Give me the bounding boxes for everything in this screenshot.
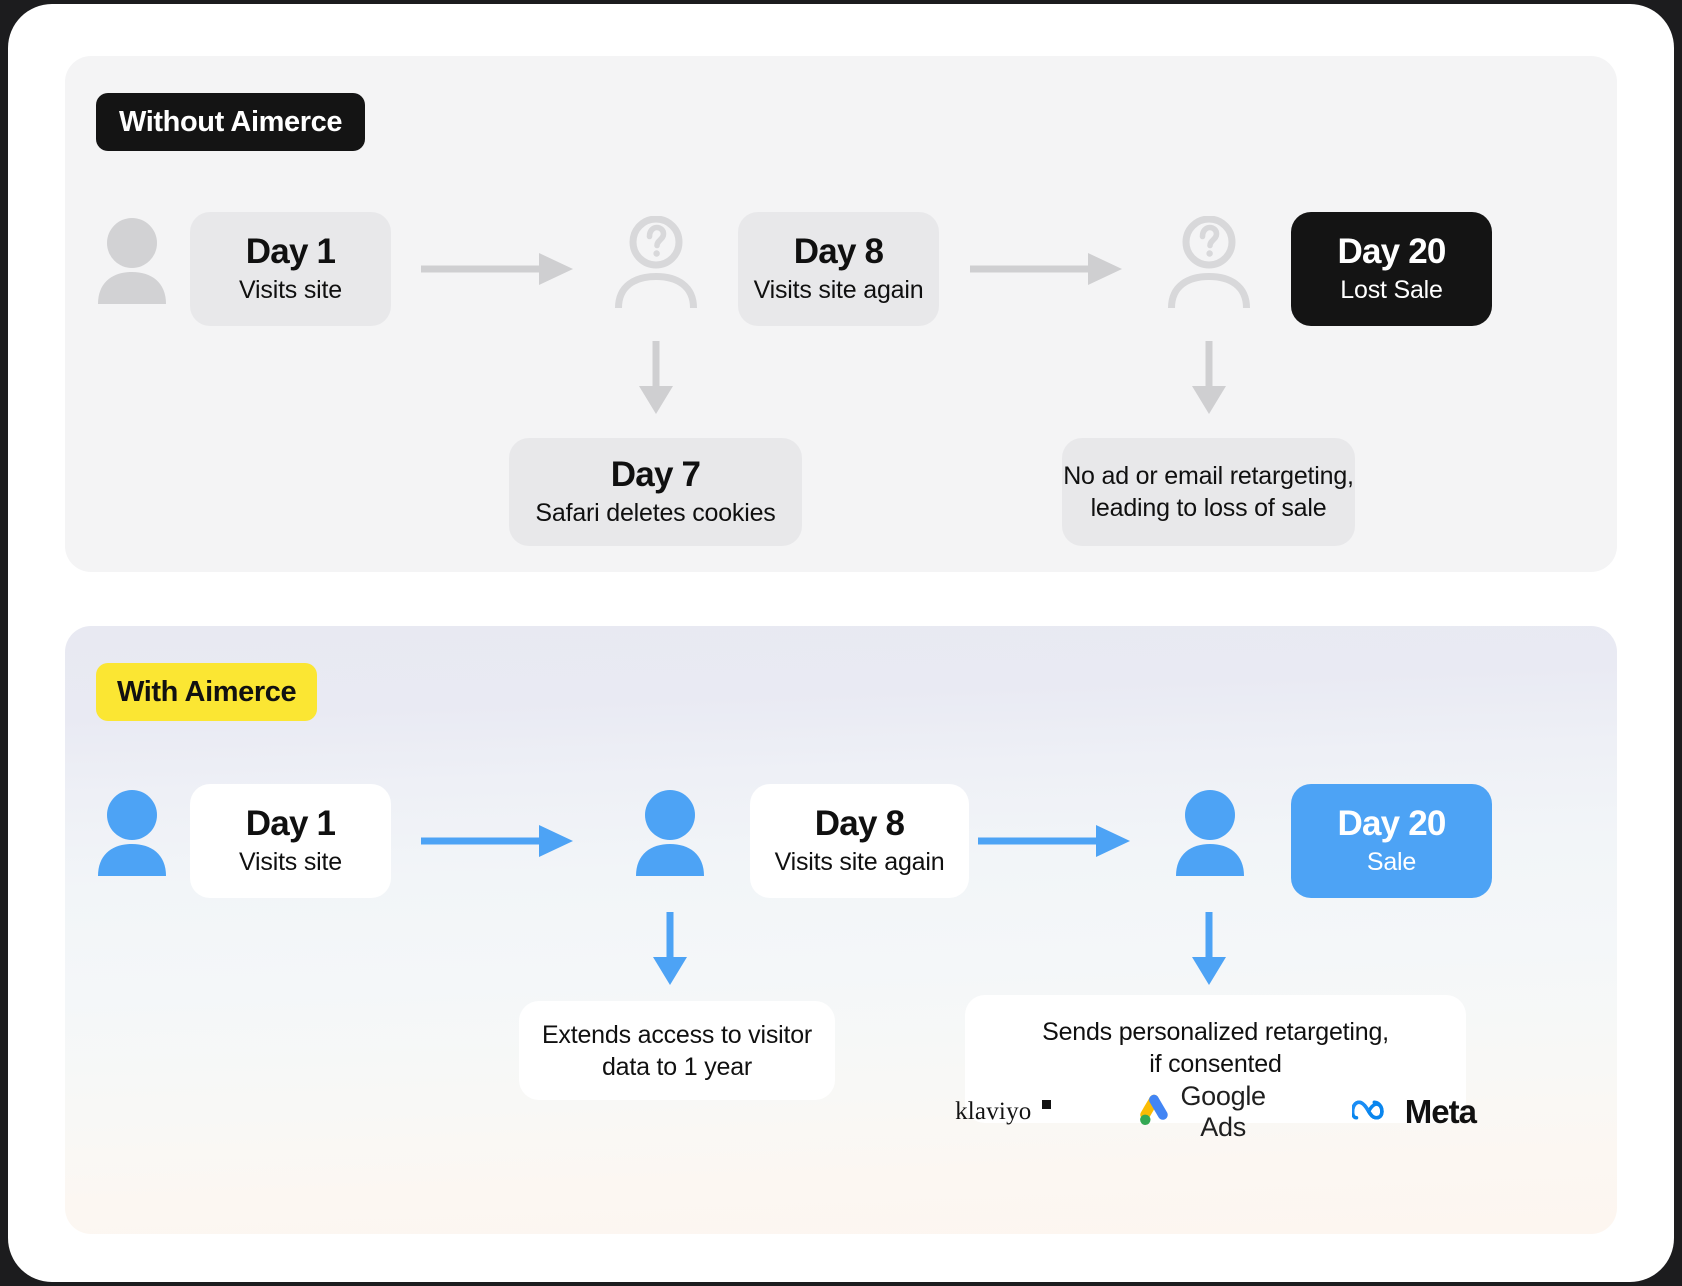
arrow-right-grey-icon <box>421 253 573 285</box>
meta-logo: Meta <box>1350 1093 1477 1131</box>
node-subtitle: Visits site <box>239 276 342 305</box>
arrow-right-grey-icon <box>970 253 1122 285</box>
node-subtitle: Visits site <box>239 848 342 877</box>
klaviyo-logo-mark <box>1042 1099 1052 1109</box>
node-without-day20: Day 20 Lost Sale <box>1291 212 1492 326</box>
person-filled-blue-icon <box>634 788 706 876</box>
node-without-day8: Day 8 Visits site again <box>738 212 939 326</box>
badge-with-aimerce: With Aimerce <box>96 663 318 721</box>
node-with-day20: Day 20 Sale <box>1291 784 1492 898</box>
node-with-extends-access: Extends access to visitor data to 1 year <box>519 1001 835 1100</box>
arrow-down-blue-icon <box>1189 912 1229 985</box>
klaviyo-logo-text: klaviyo <box>955 1098 1032 1125</box>
person-filled-blue-icon <box>96 788 168 876</box>
google-ads-logo-mark <box>1137 1094 1171 1131</box>
node-title: Day 7 <box>610 455 701 495</box>
node-subtitle: Lost Sale <box>1340 276 1443 305</box>
node-text-line2: if consented <box>1149 1050 1282 1078</box>
node-with-day1: Day 1 Visits site <box>190 784 391 898</box>
node-subtitle: Visits site again <box>774 848 945 877</box>
node-text-line2: leading to loss of sale <box>1090 494 1327 522</box>
arrow-down-blue-icon <box>650 912 690 985</box>
node-without-no-retargeting: No ad or email retargeting, leading to l… <box>1062 438 1355 546</box>
node-title: Day 20 <box>1337 232 1446 272</box>
meta-logo-mark <box>1350 1099 1396 1126</box>
node-title: Day 8 <box>793 232 884 272</box>
node-without-day7: Day 7 Safari deletes cookies <box>509 438 802 546</box>
google-ads-logo-text: Google Ads <box>1180 1081 1266 1142</box>
node-text-line1: Sends personalized retargeting, <box>1042 1018 1389 1046</box>
badge-without-aimerce: Without Aimerce <box>96 93 366 151</box>
node-subtitle: Visits site again <box>753 276 924 305</box>
person-unknown-question-icon <box>613 215 699 309</box>
node-title: Day 20 <box>1337 804 1446 844</box>
arrow-right-blue-icon <box>978 825 1130 857</box>
arrow-down-grey-icon <box>1189 341 1229 414</box>
person-filled-blue-icon <box>1174 788 1246 876</box>
node-with-day8: Day 8 Visits site again <box>750 784 969 898</box>
arrow-down-grey-icon <box>636 341 676 414</box>
node-title: Day 1 <box>245 232 336 272</box>
meta-logo-text: Meta <box>1404 1093 1477 1130</box>
node-without-day1: Day 1 Visits site <box>190 212 391 326</box>
node-title: Day 1 <box>245 804 336 844</box>
node-with-retargeting: Sends personalized retargeting, if conse… <box>955 995 1477 1142</box>
arrow-right-blue-icon <box>421 825 573 857</box>
klaviyo-logo: klaviyo <box>955 1098 1052 1126</box>
node-text-line1: Extends access to visitor <box>541 1020 813 1049</box>
diagram-card: Without Aimerce Day 1 Visits site Day 8 … <box>8 4 1674 1282</box>
node-text-line2: data to 1 year <box>601 1052 753 1081</box>
node-text-line1: No ad or email retargeting, <box>1063 462 1354 490</box>
person-filled-grey-icon <box>96 216 168 304</box>
node-subtitle: Safari deletes cookies <box>535 499 776 528</box>
node-title: Day 8 <box>814 804 905 844</box>
node-subtitle: Sale <box>1366 848 1417 877</box>
partner-logo-row: klaviyo Google Ads Meta <box>955 1081 1477 1143</box>
google-ads-logo: Google Ads <box>1137 1081 1266 1143</box>
person-unknown-question-icon <box>1166 215 1252 309</box>
